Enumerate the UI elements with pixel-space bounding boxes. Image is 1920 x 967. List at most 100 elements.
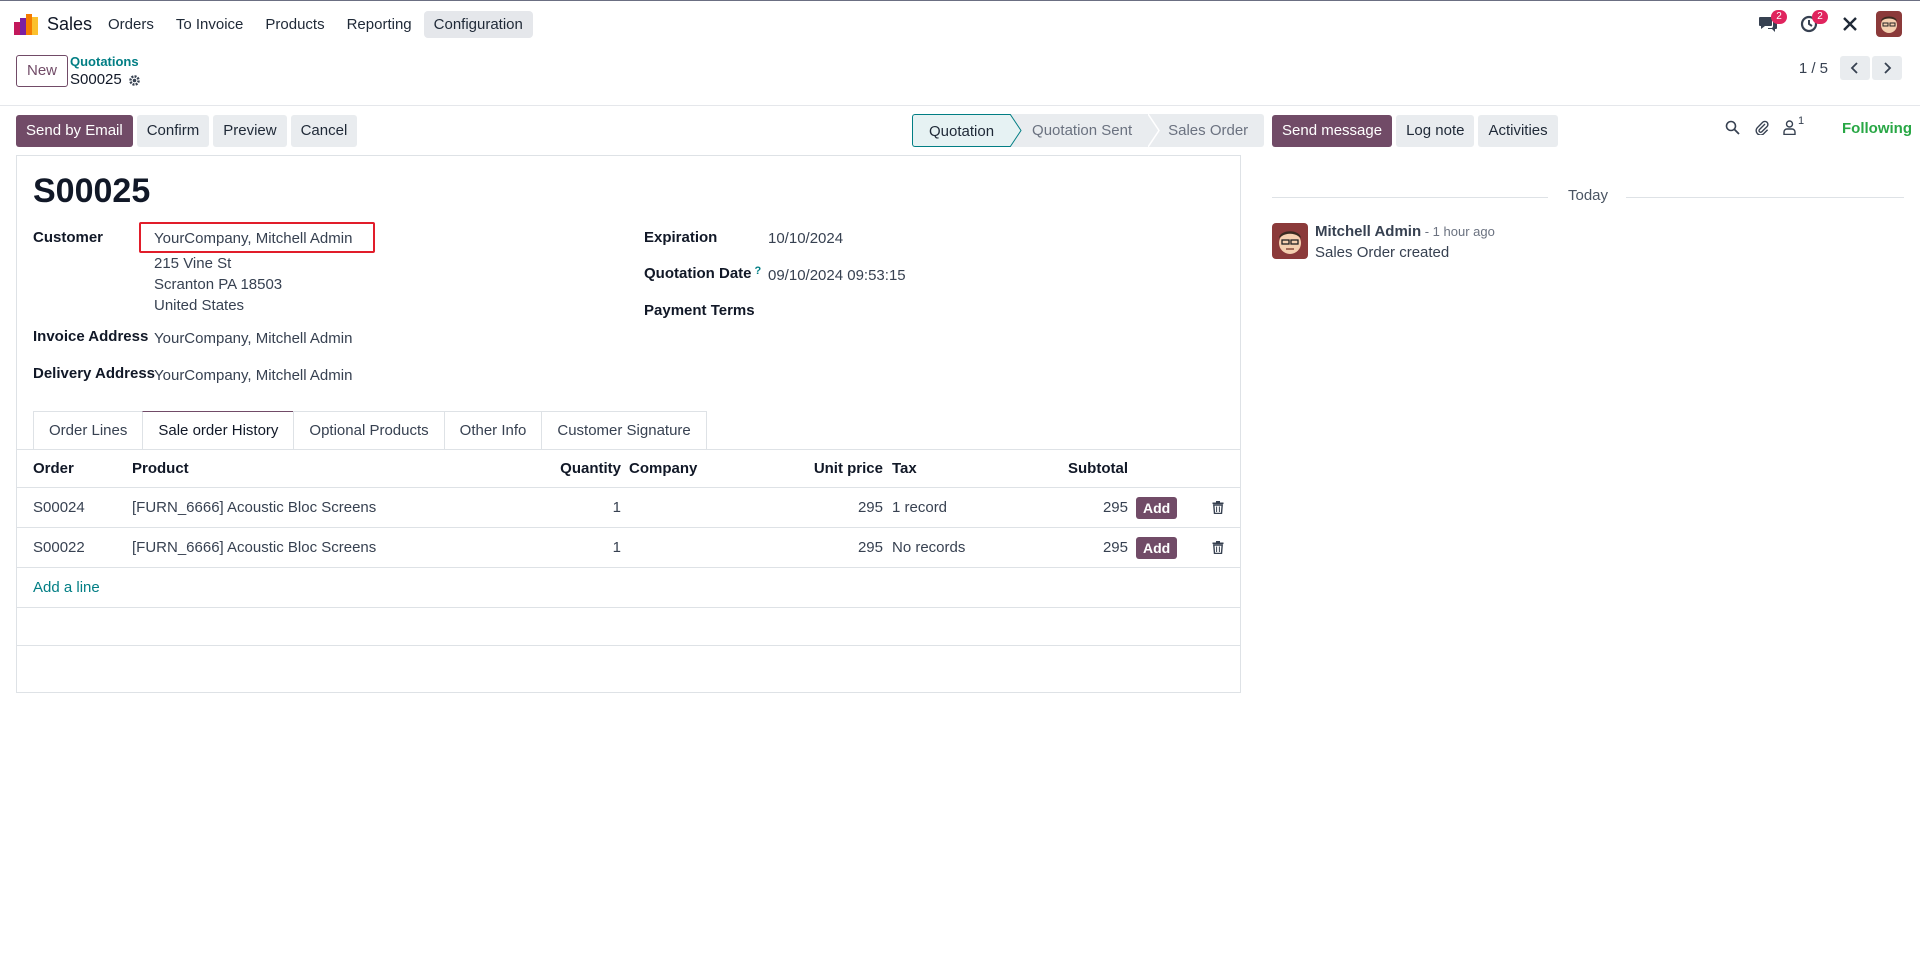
status-arrow-icon	[1148, 114, 1161, 147]
row-unit-price[interactable]: 295	[737, 528, 883, 567]
customer-value[interactable]: YourCompany, Mitchell Admin	[154, 230, 352, 247]
status-bar: Quotation Quotation Sent Sales Order	[912, 114, 1265, 147]
status-quotation-sent[interactable]: Quotation Sent	[1022, 114, 1149, 147]
message-author[interactable]: Mitchell Admin	[1315, 223, 1421, 240]
payment-terms-label: Payment Terms	[644, 302, 755, 319]
tab-customer-signature[interactable]: Customer Signature	[541, 411, 707, 450]
row-unit-price[interactable]: 295	[737, 488, 883, 527]
row-subtotal[interactable]: 295	[1007, 528, 1128, 567]
delivery-address-value[interactable]: YourCompany, Mitchell Admin	[154, 367, 352, 384]
main-menu: Orders To Invoice Products Reporting Con…	[98, 11, 535, 38]
search-icon	[1725, 120, 1740, 135]
invoice-address-value[interactable]: YourCompany, Mitchell Admin	[154, 330, 352, 347]
empty-row	[17, 646, 1240, 684]
add-button[interactable]: Add	[1136, 496, 1178, 519]
invoice-address-label: Invoice Address	[33, 328, 149, 345]
chatter-tools: 1	[1725, 115, 1810, 135]
following-button[interactable]: Following	[1842, 120, 1912, 137]
chevron-left-icon	[1850, 62, 1858, 74]
gear-icon[interactable]	[128, 74, 141, 87]
app-name[interactable]: Sales	[47, 14, 92, 35]
user-icon	[1783, 119, 1796, 135]
activities-button[interactable]: Activities	[1478, 115, 1558, 147]
add-a-line-link[interactable]: Add a line	[33, 579, 100, 596]
pager-previous-button[interactable]	[1840, 56, 1870, 80]
user-avatar[interactable]	[1876, 11, 1902, 37]
col-tax[interactable]: Tax	[892, 450, 917, 487]
delivery-address-label: Delivery Address	[33, 365, 156, 382]
customer-field[interactable]: YourCompany, Mitchell Admin	[139, 222, 375, 253]
col-quantity[interactable]: Quantity	[487, 450, 621, 487]
control-panel: New Quotations S00025 1 / 5	[0, 46, 1920, 106]
row-tax[interactable]: No records	[892, 528, 965, 567]
delete-row-button[interactable]	[1212, 528, 1224, 567]
add-button[interactable]: Add	[1136, 536, 1178, 559]
row-quantity[interactable]: 1	[487, 528, 621, 567]
breadcrumb-current: S00025	[70, 70, 141, 90]
quotation-date-value[interactable]: 09/10/2024 09:53:15	[768, 267, 906, 284]
row-product[interactable]: [FURN_6666] Acoustic Bloc Screens	[132, 528, 376, 567]
customer-label: Customer	[33, 229, 104, 246]
breadcrumb-quotations[interactable]: Quotations	[70, 54, 141, 70]
tab-order-lines[interactable]: Order Lines	[33, 411, 144, 450]
col-unit-price[interactable]: Unit price	[737, 450, 883, 487]
table-row[interactable]: S00024 [FURN_6666] Acoustic Bloc Screens…	[17, 488, 1240, 528]
tab-optional-products[interactable]: Optional Products	[293, 411, 445, 450]
log-note-button[interactable]: Log note	[1396, 115, 1475, 147]
new-button[interactable]: New	[16, 55, 69, 87]
pager-value[interactable]: 1 / 5	[1799, 60, 1828, 77]
menu-to-invoice[interactable]: To Invoice	[166, 11, 254, 38]
quotation-date-label-text: Quotation Date	[644, 265, 752, 282]
customer-address-street: 215 Vine St	[154, 255, 232, 272]
add-line-row: Add a line	[17, 568, 1240, 608]
expiration-value[interactable]: 10/10/2024	[768, 230, 843, 247]
confirm-button[interactable]: Confirm	[136, 115, 210, 147]
row-order[interactable]: S00022	[33, 528, 85, 567]
row-tax[interactable]: 1 record	[892, 488, 947, 527]
message-time: - 1 hour ago	[1421, 224, 1495, 239]
menu-products[interactable]: Products	[255, 11, 334, 38]
row-order[interactable]: S00024	[33, 488, 85, 527]
menu-reporting[interactable]: Reporting	[337, 11, 422, 38]
follower-count: 1	[1798, 114, 1805, 127]
tab-sale-order-history[interactable]: Sale order History	[142, 411, 295, 450]
followers-button[interactable]: 1	[1783, 115, 1804, 135]
status-quotation[interactable]: Quotation	[912, 114, 1011, 147]
row-subtotal[interactable]: 295	[1007, 488, 1128, 527]
menu-configuration[interactable]: Configuration	[423, 11, 533, 38]
breadcrumb: Quotations S00025	[70, 54, 141, 90]
col-order[interactable]: Order	[33, 450, 74, 487]
col-subtotal[interactable]: Subtotal	[1007, 450, 1128, 487]
row-product[interactable]: [FURN_6666] Acoustic Bloc Screens	[132, 488, 376, 527]
col-company[interactable]: Company	[629, 450, 697, 487]
pager-next-button[interactable]	[1872, 56, 1902, 80]
tab-other-info[interactable]: Other Info	[443, 411, 543, 450]
sale-order-history-table: Order Product Quantity Company Unit pric…	[17, 450, 1240, 684]
message-author-avatar[interactable]	[1272, 223, 1308, 259]
attachments-button[interactable]	[1754, 119, 1769, 135]
activity-menu[interactable]: 2	[1795, 10, 1828, 37]
sales-app-logo-icon[interactable]	[14, 13, 38, 35]
delete-row-button[interactable]	[1212, 488, 1224, 527]
customer-address-city: Scranton PA 18503	[154, 276, 283, 293]
col-product[interactable]: Product	[132, 450, 189, 487]
debug-menu[interactable]	[1836, 11, 1864, 37]
send-by-email-button[interactable]: Send by Email	[16, 115, 133, 147]
tools-icon	[1843, 17, 1857, 31]
date-separator-label: Today	[1567, 187, 1609, 204]
notebook-tabs: Order Lines Sale order History Optional …	[33, 411, 707, 450]
help-tooltip-icon[interactable]: ?	[755, 265, 762, 277]
cancel-button[interactable]: Cancel	[290, 115, 358, 147]
search-messages-button[interactable]	[1725, 120, 1740, 135]
status-sales-order[interactable]: Sales Order	[1160, 114, 1265, 147]
row-quantity[interactable]: 1	[487, 488, 621, 527]
preview-button[interactable]: Preview	[213, 115, 287, 147]
messaging-menu[interactable]: 2	[1754, 10, 1787, 37]
send-message-button[interactable]: Send message	[1272, 115, 1393, 147]
menu-orders[interactable]: Orders	[98, 11, 164, 38]
paperclip-icon	[1755, 120, 1769, 135]
messages-badge: 2	[1771, 10, 1787, 24]
systray: 2 2	[1741, 10, 1902, 37]
form-action-bar: Send by Email Confirm Preview Cancel	[16, 115, 361, 147]
table-row[interactable]: S00022 [FURN_6666] Acoustic Bloc Screens…	[17, 528, 1240, 568]
